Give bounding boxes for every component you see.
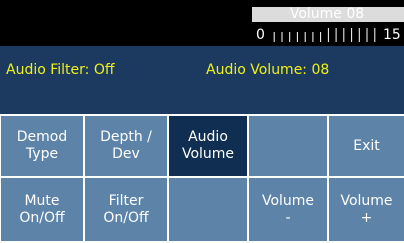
status-line-1: Repeat. Free run. Normal. <box>3 4 183 20</box>
volume-meter-scale <box>273 28 376 42</box>
volume-tick <box>281 32 283 42</box>
volume-tick <box>351 28 353 42</box>
volume-tick <box>289 32 291 42</box>
volume-tick <box>273 32 275 42</box>
volume-meter-title: Volume 08 <box>289 6 365 22</box>
volume-tick <box>374 28 376 42</box>
empty-button-1[interactable] <box>249 116 327 176</box>
audio-volume-button[interactable]: Audio Volume <box>169 116 247 176</box>
volume-up-button[interactable]: Volume + <box>329 178 404 241</box>
volume-tick <box>327 28 329 42</box>
volume-tick <box>304 32 306 42</box>
filter-toggle-button[interactable]: Filter On/Off <box>85 178 167 241</box>
demod-type-button[interactable]: Demod Type <box>1 116 83 176</box>
volume-tick <box>296 32 298 42</box>
exit-button[interactable]: Exit <box>329 116 404 176</box>
volume-down-button[interactable]: Volume - <box>249 178 327 241</box>
audio-volume-status: Audio Volume: 08 <box>206 62 330 78</box>
volume-tick <box>343 28 345 42</box>
info-panel <box>0 46 404 114</box>
volume-tick <box>312 32 314 42</box>
volume-tick <box>320 32 322 42</box>
status-line-2: Demod: FM. <box>3 22 88 38</box>
audio-filter-status: Audio Filter: Off <box>6 62 115 78</box>
screen: Repeat. Free run. Normal. Demod: FM. Vol… <box>0 0 404 243</box>
empty-button-2[interactable] <box>169 178 247 241</box>
volume-min-label: 0 <box>256 27 265 43</box>
volume-tick <box>366 28 368 42</box>
volume-max-label: 15 <box>383 27 401 43</box>
depth-dev-button[interactable]: Depth / Dev <box>85 116 167 176</box>
volume-tick <box>335 28 337 42</box>
mute-toggle-button[interactable]: Mute On/Off <box>1 178 83 241</box>
volume-tick <box>358 28 360 42</box>
